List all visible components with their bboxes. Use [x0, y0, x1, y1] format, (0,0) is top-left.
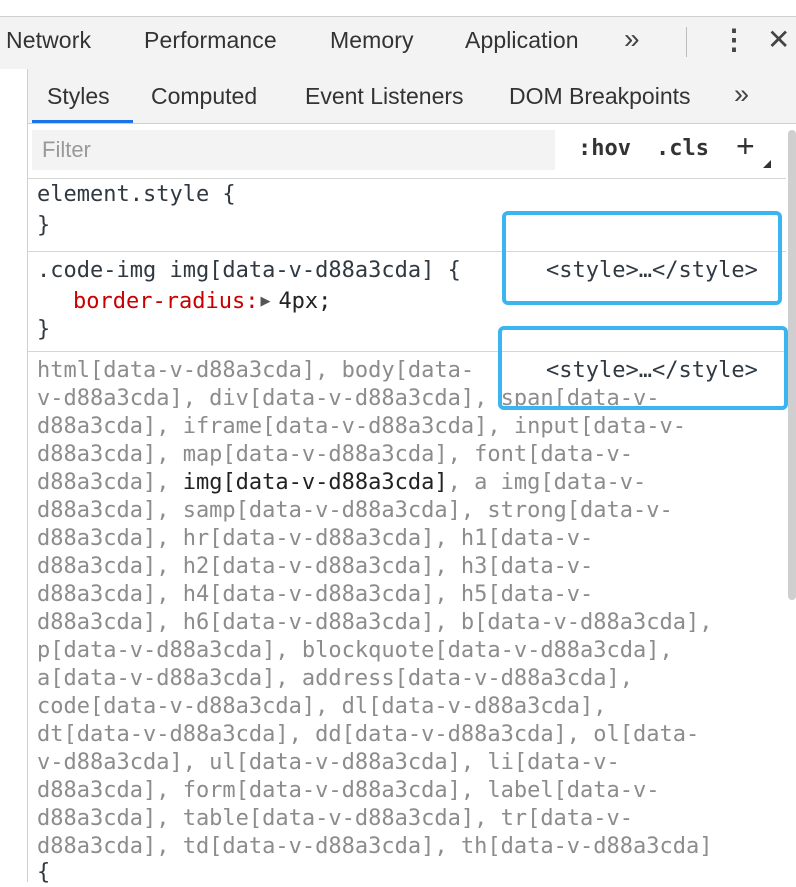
selector-line[interactable]: d88a3cda], map[data-v-d88a3cda], font[da… — [37, 441, 633, 469]
sidebar-tabbar: Styles Computed Event Listeners DOM Brea… — [28, 69, 796, 124]
selector-line[interactable]: p[data-v-d88a3cda], blockquote[data-v-d8… — [37, 637, 673, 665]
tab-performance[interactable]: Performance — [144, 27, 277, 54]
property-value[interactable]: 4px; — [278, 289, 331, 314]
selector-line[interactable]: html[data-v-d88a3cda], body[data- — [37, 357, 474, 385]
selector-line[interactable]: d88a3cda], h2[data-v-d88a3cda], h3[data-… — [37, 553, 593, 581]
active-tab-indicator — [32, 120, 133, 123]
kebab-menu-icon[interactable]: ⋮ — [720, 23, 748, 56]
selector-line[interactable]: d88a3cda], h6[data-v-d88a3cda], b[data-v… — [37, 609, 713, 637]
rule-close-brace: } — [37, 213, 51, 238]
property-name[interactable]: border-radius — [73, 289, 245, 314]
scrollbar-thumb[interactable] — [788, 130, 796, 600]
selector-line[interactable]: d88a3cda], h4[data-v-d88a3cda], h5[data-… — [37, 581, 593, 609]
selector-line[interactable]: d88a3cda], iframe[data-v-d88a3cda], inpu… — [37, 413, 686, 441]
elements-panel-edge — [0, 69, 27, 882]
highlight-box-annotation — [498, 326, 788, 410]
tab-styles[interactable]: Styles — [47, 83, 110, 110]
highlight-box-annotation — [502, 211, 782, 305]
tab-dom-breakpoints[interactable]: DOM Breakpoints — [509, 83, 691, 110]
tab-event-listeners[interactable]: Event Listeners — [305, 83, 464, 110]
more-sidebar-tabs-icon[interactable]: » — [734, 79, 749, 110]
toolbar-divider — [686, 27, 687, 57]
rule-open-brace: { — [37, 860, 51, 885]
property-colon: : — [245, 289, 259, 314]
selector-line[interactable]: code[data-v-d88a3cda], dl[data-v-d88a3cd… — [37, 693, 607, 721]
tab-computed[interactable]: Computed — [151, 83, 257, 110]
rule-declaration[interactable]: border-radius: ▶ 4px; — [73, 288, 331, 319]
selector-line[interactable]: d88a3cda], td[data-v-d88a3cda], th[data-… — [37, 833, 713, 861]
selector-text: d88a3cda], — [37, 470, 183, 495]
rule-selector[interactable]: element.style { — [37, 181, 236, 209]
tab-memory[interactable]: Memory — [330, 27, 414, 54]
selector-line[interactable]: a[data-v-d88a3cda], address[data-v-d88a3… — [37, 665, 633, 693]
new-rule-menu-corner-icon — [763, 160, 771, 168]
tab-network[interactable]: Network — [6, 27, 91, 54]
selector-line[interactable]: v-d88a3cda], ul[data-v-d88a3cda], li[dat… — [37, 749, 620, 777]
selector-line[interactable]: d88a3cda], samp[data-v-d88a3cda], strong… — [37, 497, 673, 525]
selector-line[interactable]: d88a3cda], form[data-v-d88a3cda], label[… — [37, 777, 660, 805]
selector-line[interactable]: d88a3cda], hr[data-v-d88a3cda], h1[data-… — [37, 525, 593, 553]
rule-close-brace: } — [37, 317, 51, 342]
devtools-main-tabbar: Network Performance Memory Application »… — [0, 16, 796, 70]
selector-line[interactable]: dt[data-v-d88a3cda], dd[data-v-d88a3cda]… — [37, 721, 699, 749]
selector-match: img[data-v-d88a3cda] — [182, 470, 448, 495]
selector-line[interactable]: d88a3cda], img[data-v-d88a3cda], a img[d… — [37, 469, 646, 497]
selector-line[interactable]: d88a3cda], table[data-v-d88a3cda], tr[da… — [37, 805, 633, 833]
more-tabs-icon[interactable]: » — [624, 23, 640, 55]
styles-toolbar: Filter :hov .cls + — [28, 124, 796, 179]
expand-triangle-icon[interactable]: ▶ — [260, 288, 270, 316]
window-top-edge — [0, 0, 796, 16]
tab-application[interactable]: Application — [465, 27, 579, 54]
new-style-rule-icon[interactable]: + — [736, 128, 755, 165]
style-rule-reset[interactable]: <style>…</style> html[data-v-d88a3cda], … — [28, 352, 786, 885]
cls-toggle-button[interactable]: .cls — [656, 136, 709, 161]
filter-input[interactable]: Filter — [32, 130, 555, 170]
selector-text: , a img[data-v- — [447, 470, 647, 495]
hov-toggle-button[interactable]: :hov — [578, 136, 631, 161]
rule-selector[interactable]: .code-img img[data-v-d88a3cda] { — [37, 257, 461, 285]
close-icon[interactable]: ✕ — [767, 23, 790, 56]
